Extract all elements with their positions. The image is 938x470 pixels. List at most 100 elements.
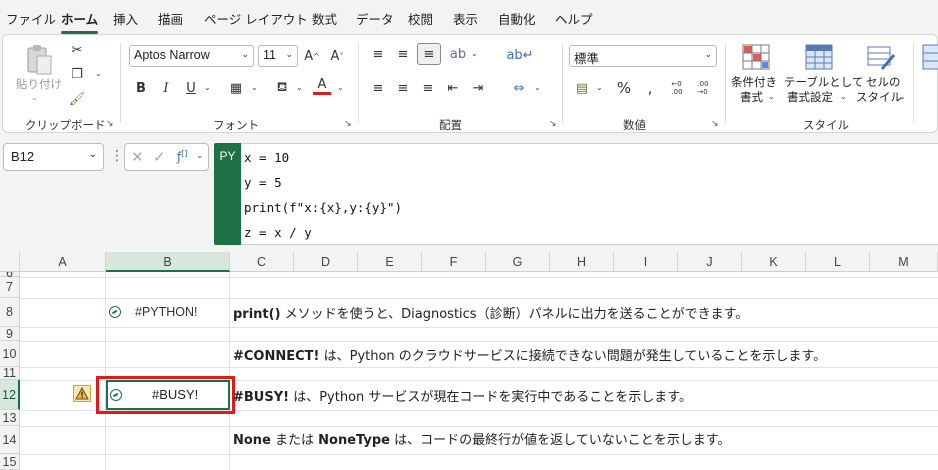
python-code-editor[interactable]: x = 10 y = 5 print(f"x:{x},y:{y}") z = x… xyxy=(241,143,938,245)
column-header-k[interactable]: K xyxy=(742,252,806,272)
percent-icon[interactable]: % xyxy=(615,79,633,97)
menu-page-layout[interactable]: ページ レイアウト xyxy=(204,9,308,28)
cell-styles-label-2[interactable]: スタイル xyxy=(856,90,902,105)
merge-center-icon[interactable]: ⇔ xyxy=(509,79,529,97)
decrease-decimal-icon[interactable]: .00 →0 xyxy=(693,77,713,99)
menu-view[interactable]: 表示 xyxy=(453,9,478,28)
comma-style-icon[interactable]: , xyxy=(641,79,659,97)
warning-icon[interactable] xyxy=(73,385,91,402)
insert-python-icon[interactable]: ƒ[] xyxy=(177,149,187,164)
orientation-chevron-icon[interactable]: ⌄ xyxy=(471,49,478,58)
menu-file[interactable]: ファイル xyxy=(6,9,56,28)
format-table-chevron-icon[interactable]: ⌄ xyxy=(840,92,847,101)
format-as-table-icon[interactable] xyxy=(804,43,834,71)
row-header-15[interactable]: 15 xyxy=(0,454,20,470)
cell-styles-chevron-icon[interactable]: ⌄ xyxy=(899,92,906,101)
column-header-i[interactable]: I xyxy=(614,252,678,272)
more-options-icon[interactable]: ⋮ xyxy=(110,148,124,164)
row-header-11[interactable]: 11 xyxy=(0,367,20,380)
format-as-table-label-2[interactable]: 書式設定 xyxy=(787,90,833,105)
cell-styles-icon[interactable] xyxy=(866,43,896,71)
menu-draw[interactable]: 描画 xyxy=(158,9,183,28)
row-header-7[interactable]: 7 xyxy=(0,277,20,298)
align-center-icon[interactable]: ≡ xyxy=(394,79,412,97)
borders-icon[interactable]: ▦ xyxy=(227,79,245,97)
menu-help[interactable]: ヘルプ xyxy=(555,9,593,28)
enter-icon[interactable]: ✓ xyxy=(153,148,166,166)
bold-button[interactable]: B xyxy=(133,79,149,97)
row-header-14[interactable]: 14 xyxy=(0,426,20,454)
column-header-e[interactable]: E xyxy=(358,252,422,272)
increase-decimal-icon[interactable]: ←0.00 xyxy=(667,77,687,99)
paste-chevron-icon[interactable]: ⌄ xyxy=(31,93,38,102)
row-header-8[interactable]: 8 xyxy=(0,298,20,327)
fill-chevron-icon[interactable]: ⌄ xyxy=(296,83,303,92)
underline-chevron-icon[interactable]: ⌄ xyxy=(204,83,211,92)
row-header-12[interactable]: 12 xyxy=(0,380,20,410)
cut-icon[interactable]: ✂ xyxy=(67,41,87,59)
font-color-chevron-icon[interactable]: ⌄ xyxy=(337,83,344,92)
decrease-indent-icon[interactable]: ⇤ xyxy=(444,79,462,97)
column-header-g[interactable]: G xyxy=(486,252,550,272)
merge-chevron-icon[interactable]: ⌄ xyxy=(534,83,541,92)
column-header-d[interactable]: D xyxy=(294,252,358,272)
number-launcher-icon[interactable]: ↘ xyxy=(711,119,719,129)
copy-chevron-icon[interactable]: ⌄ xyxy=(95,69,102,78)
fill-color-icon[interactable]: ⛾ xyxy=(273,79,291,97)
align-middle-icon[interactable]: ≡ xyxy=(394,45,412,63)
format-painter-icon[interactable]: 🖌 xyxy=(67,90,87,108)
name-box[interactable]: B12 ⌄ xyxy=(3,143,104,171)
column-header-h[interactable]: H xyxy=(550,252,614,272)
font-name-select[interactable]: Aptos Narrow ⌄ xyxy=(129,45,254,67)
row-header-10[interactable]: 10 xyxy=(0,341,20,367)
row-header-13[interactable]: 13 xyxy=(0,410,20,426)
conditional-formatting-label-2[interactable]: 書式 xyxy=(740,90,763,105)
font-launcher-icon[interactable]: ↘ xyxy=(344,119,352,129)
accounting-format-icon[interactable]: ▤ xyxy=(573,79,591,97)
number-format-select[interactable]: 標準 ⌄ xyxy=(569,45,717,67)
font-size-select[interactable]: 11 ⌄ xyxy=(258,45,298,67)
column-header-m[interactable]: M xyxy=(870,252,938,272)
column-header-b[interactable]: B xyxy=(106,252,230,272)
column-header-f[interactable]: F xyxy=(422,252,486,272)
conditional-formatting-icon[interactable] xyxy=(741,43,771,71)
chevron-down-icon[interactable]: ⌄ xyxy=(196,151,204,161)
menu-data[interactable]: データ xyxy=(356,9,394,28)
copy-icon[interactable]: ❐ xyxy=(67,65,87,83)
align-top-icon[interactable]: ≡ xyxy=(369,45,387,63)
column-header-j[interactable]: J xyxy=(678,252,742,272)
wrap-text-icon[interactable]: ab↵ xyxy=(506,45,533,65)
font-color-icon[interactable]: A xyxy=(313,77,331,95)
align-left-icon[interactable]: ≡ xyxy=(369,79,387,97)
cell-styles-label-1[interactable]: セルの xyxy=(866,75,901,90)
grow-font-icon[interactable]: A ^ xyxy=(303,47,321,65)
menu-insert[interactable]: 挿入 xyxy=(113,9,138,28)
alignment-launcher-icon[interactable]: ↘ xyxy=(549,119,557,129)
paste-icon[interactable] xyxy=(23,43,55,77)
format-as-table-label-1[interactable]: テーブルとして xyxy=(784,75,863,90)
menu-formulas[interactable]: 数式 xyxy=(312,9,337,28)
column-header-c[interactable]: C xyxy=(230,252,294,272)
menu-review[interactable]: 校閲 xyxy=(408,9,433,28)
align-right-icon[interactable]: ≡ xyxy=(419,79,437,97)
insert-cells-icon[interactable] xyxy=(921,43,938,71)
row-header-9[interactable]: 9 xyxy=(0,327,20,341)
shrink-font-icon[interactable]: A ˅ xyxy=(328,47,346,65)
column-header-a[interactable]: A xyxy=(20,252,106,272)
clipboard-launcher-icon[interactable]: ↘ xyxy=(106,119,114,129)
column-header-l[interactable]: L xyxy=(806,252,870,272)
select-all-corner[interactable] xyxy=(0,252,20,272)
menu-automate[interactable]: 自動化 xyxy=(498,9,536,28)
borders-chevron-icon[interactable]: ⌄ xyxy=(251,83,258,92)
accounting-chevron-icon[interactable]: ⌄ xyxy=(596,83,603,92)
conditional-formatting-label-1[interactable]: 条件付き xyxy=(731,75,777,90)
cancel-icon[interactable]: ✕ xyxy=(131,148,144,166)
underline-button[interactable]: U xyxy=(183,79,199,97)
align-bottom-icon[interactable]: ≡ xyxy=(417,43,441,65)
menu-home[interactable]: ホーム xyxy=(61,9,99,34)
increase-indent-icon[interactable]: ⇥ xyxy=(469,79,487,97)
orientation-icon[interactable]: ab xyxy=(448,45,468,63)
conditional-chevron-icon[interactable]: ⌄ xyxy=(768,92,775,101)
italic-button[interactable]: I xyxy=(158,79,174,97)
paste-label[interactable]: 貼り付け xyxy=(16,77,62,92)
